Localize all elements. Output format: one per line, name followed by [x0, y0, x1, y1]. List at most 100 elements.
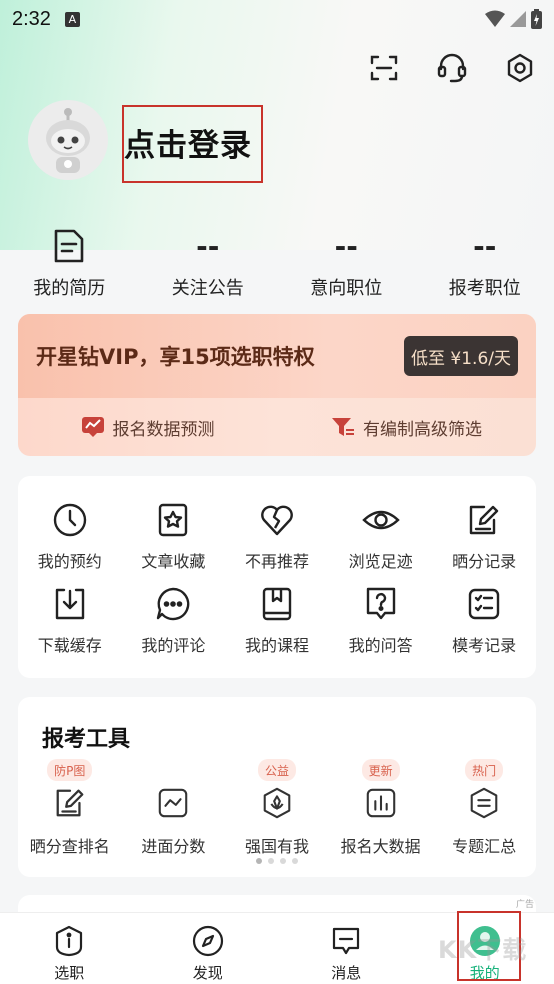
avatar[interactable]	[28, 100, 108, 180]
tool-big-data[interactable]: 更新 报名大数据	[329, 759, 433, 857]
grid-item-not-recommended[interactable]: 不再推荐	[225, 500, 329, 572]
stat-intended-positions[interactable]: -- 意向职位	[277, 222, 416, 300]
tool-score-ranking[interactable]: 防P图 晒分查排名	[18, 759, 122, 857]
scan-icon[interactable]	[364, 48, 404, 88]
course-book-icon	[262, 587, 292, 621]
grid-item-history[interactable]: 浏览足迹	[329, 500, 433, 572]
grid-item-label: 我的课程	[244, 636, 309, 655]
grid-item-label: 不再推荐	[244, 552, 309, 571]
stat-value: --	[196, 229, 220, 263]
status-time: 2:32	[12, 7, 51, 30]
stat-label: 意向职位	[310, 278, 383, 299]
tool-label: 报名大数据	[340, 837, 421, 856]
trend-icon	[159, 788, 188, 818]
tab-label: 选职	[54, 964, 85, 982]
grid-item-label: 我的评论	[141, 636, 206, 655]
tool-tag: 防P图	[47, 759, 93, 781]
stat-applied-positions[interactable]: -- 报考职位	[416, 222, 554, 300]
stats-row: 我的简历 -- 关注公告 -- 意向职位 -- 报考职位	[0, 222, 554, 300]
wifi-icon	[485, 10, 505, 27]
vip-title: 开星钻VIP，享15项选职特权	[36, 345, 315, 369]
grid-item-label: 文章收藏	[141, 552, 206, 571]
status-bar: 2:32 A	[0, 0, 554, 38]
stat-value: --	[334, 229, 358, 263]
topic-icon	[470, 787, 498, 819]
star-bookmark-icon	[159, 503, 188, 537]
comment-icon	[157, 587, 190, 621]
grid-item-label: 我的问答	[348, 636, 413, 655]
edit-score-icon	[56, 789, 84, 817]
tool-label: 晒分查排名	[29, 837, 110, 856]
tools-title: 报考工具	[42, 727, 131, 752]
carousel-dot	[268, 858, 274, 864]
stat-resume[interactable]: 我的简历	[0, 222, 139, 300]
vip-price-button[interactable]: 低至 ¥1.6/天	[404, 336, 518, 376]
message-icon	[333, 927, 360, 955]
tool-topics[interactable]: 热门 专题汇总	[432, 759, 536, 857]
carousel-dot	[280, 858, 286, 864]
vip-feature-label: 有编制高级筛选	[363, 419, 482, 440]
headset-icon[interactable]	[432, 48, 472, 88]
grid-item-label: 浏览足迹	[348, 552, 413, 571]
compass-icon	[192, 925, 223, 957]
header-actions	[364, 48, 540, 88]
tab-discover[interactable]: 发现	[139, 913, 278, 984]
vip-feature-prediction[interactable]: 报名数据预测	[18, 415, 277, 440]
notification-icon: A	[64, 11, 80, 27]
clock-icon	[53, 503, 86, 537]
eye-icon	[361, 510, 400, 530]
tab-jobs[interactable]: 选职	[0, 913, 139, 984]
tool-strong-nation[interactable]: 公益 强国有我	[225, 759, 329, 857]
carousel-dots	[18, 858, 536, 864]
grid-item-label: 下载缓存	[37, 636, 102, 655]
tab-messages[interactable]: 消息	[277, 913, 416, 984]
carousel-dot	[292, 858, 298, 864]
grid-item-appointments[interactable]: 我的预约	[18, 500, 122, 572]
vip-banner[interactable]: 开星钻VIP，享15项选职特权 低至 ¥1.6/天 报名数据预测 有编制高级筛选	[18, 314, 536, 456]
filter-icon	[332, 418, 354, 436]
tool-label: 专题汇总	[452, 837, 517, 856]
tool-label: 进面分数	[141, 837, 206, 856]
grid-item-comments[interactable]: 我的评论	[122, 584, 226, 656]
grid-item-favorites[interactable]: 文章收藏	[122, 500, 226, 572]
robot-avatar-icon	[46, 108, 90, 173]
tool-tag: 公益	[257, 759, 296, 781]
stat-label: 关注公告	[171, 278, 244, 299]
grid-item-qa[interactable]: 我的问答	[329, 584, 433, 656]
info-shield-icon	[56, 925, 83, 957]
stat-value: --	[473, 229, 497, 263]
stat-label: 我的简历	[33, 278, 106, 299]
tool-label: 强国有我	[244, 837, 309, 856]
tab-label: 发现	[192, 964, 223, 982]
tool-tag: 热门	[465, 759, 504, 781]
settings-icon[interactable]	[500, 48, 540, 88]
grid-item-mock-exams[interactable]: 模考记录	[432, 584, 536, 656]
chart-badge-icon	[81, 417, 104, 437]
stat-followed-notices[interactable]: -- 关注公告	[139, 222, 278, 300]
signal-icon	[510, 11, 526, 27]
shortcut-grid-card: 我的预约 文章收藏 不再推荐 浏览足迹 晒分记录 下载缓存 我的评论 我的课程	[18, 476, 536, 678]
emblem-icon	[263, 787, 291, 819]
download-icon	[55, 588, 84, 620]
grid-item-courses[interactable]: 我的课程	[225, 584, 329, 656]
tab-label: 消息	[331, 964, 362, 982]
vip-feature-label: 报名数据预测	[112, 419, 215, 440]
watermark: KK下载	[438, 936, 528, 964]
grid-item-label: 我的预约	[37, 552, 102, 571]
grid-item-score-records[interactable]: 晒分记录	[432, 500, 536, 572]
carousel-dot	[256, 858, 262, 864]
bar-chart-icon	[366, 788, 395, 818]
grid-item-downloads[interactable]: 下载缓存	[18, 584, 122, 656]
vip-feature-filter[interactable]: 有编制高级筛选	[277, 415, 536, 440]
login-button[interactable]: 点击登录	[124, 120, 252, 165]
question-icon	[366, 587, 395, 620]
checklist-icon	[468, 588, 500, 620]
battery-icon	[531, 9, 542, 29]
broken-heart-icon	[261, 505, 293, 536]
stat-label: 报考职位	[448, 278, 521, 299]
tool-tag: 更新	[361, 759, 400, 781]
grid-item-label: 晒分记录	[452, 552, 517, 571]
tool-interview-scores[interactable]: . 进面分数	[122, 759, 226, 857]
profile-section	[28, 100, 108, 180]
tools-card: 报考工具 防P图 晒分查排名 . 进面分数 公益 强国有我 更新 报名大数据 热…	[18, 697, 536, 877]
